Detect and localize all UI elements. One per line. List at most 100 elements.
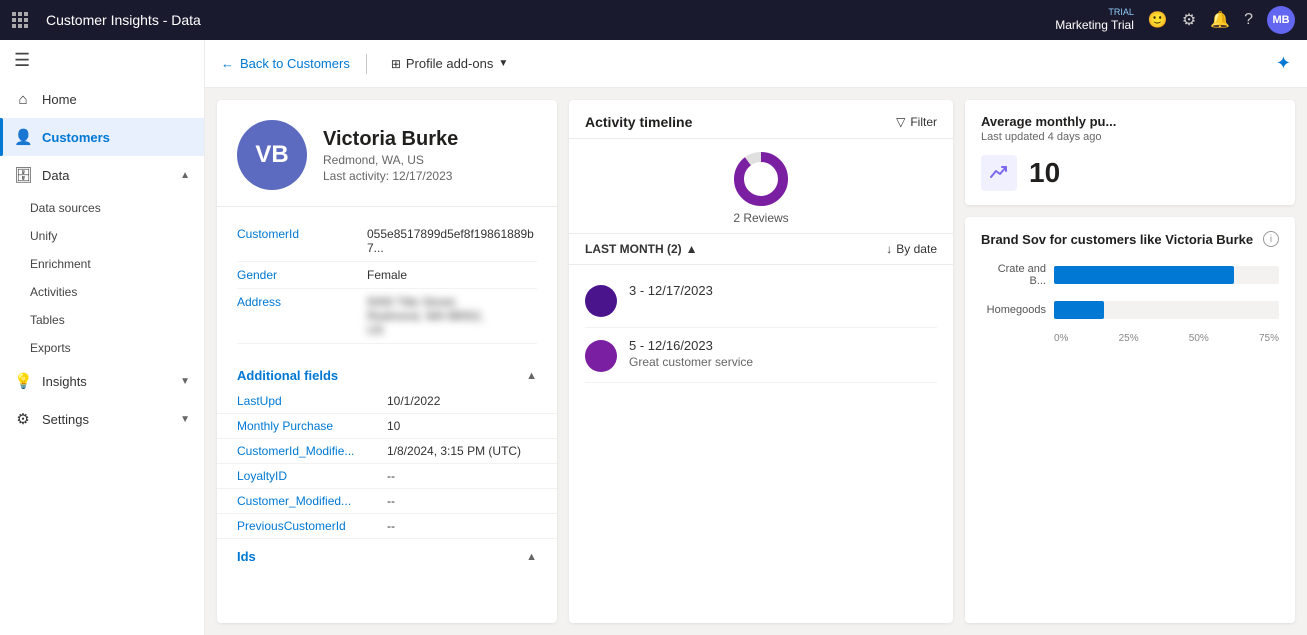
ids-header[interactable]: Ids ▲ (217, 539, 557, 570)
bar-fill-1 (1054, 301, 1104, 319)
home-icon: ⌂ (14, 91, 32, 108)
bar-fill-0 (1054, 266, 1234, 284)
sidebar-item-customers[interactable]: 👤 Customers (0, 118, 204, 156)
profile-addons-icon: ⊞ (391, 57, 401, 71)
field-label-customerid: CustomerId (237, 227, 367, 241)
reviews-label: 2 Reviews (733, 211, 788, 225)
app-title: Customer Insights - Data (46, 12, 1045, 28)
bar-track-1 (1054, 301, 1279, 319)
settings-chevron-icon: ▼ (180, 414, 190, 425)
sidebar-item-label-settings: Settings (42, 412, 89, 427)
profile-addons-button[interactable]: ⊞ Profile add-ons ▼ (383, 52, 516, 75)
back-to-customers-button[interactable]: ← Back to Customers (221, 56, 350, 71)
reviews-donut-chart (733, 151, 789, 207)
additional-field-customer-modified: Customer_Modified... -- (217, 489, 557, 514)
sidebar-item-label-data: Data (42, 168, 69, 183)
brand-bar-chart: Crate and B... Homegoods 0 (981, 263, 1279, 344)
additional-field-monthly-purchase: Monthly Purchase 10 (217, 414, 557, 439)
add-field-label-loyaltyid: LoyaltyID (237, 469, 387, 483)
add-field-value-customer-modified: -- (387, 494, 537, 508)
sort-by-date-button[interactable]: ↓ By date (886, 242, 937, 256)
brand-info-icon[interactable]: i (1263, 231, 1279, 247)
trial-name: Marketing Trial (1055, 18, 1134, 32)
settings-icon[interactable]: ⚙ (1182, 10, 1196, 30)
bar-row-1: Homegoods (981, 301, 1279, 319)
sidebar-sublabel-data-sources: Data sources (30, 201, 101, 215)
metric-trend-icon (981, 155, 1017, 191)
sidebar-item-unify[interactable]: Unify (0, 222, 204, 250)
axis-label-25: 25% (1119, 333, 1139, 344)
axis-label-0: 0% (1054, 333, 1068, 344)
sidebar-item-label-insights: Insights (42, 374, 87, 389)
profile-addons-label: Profile add-ons (406, 56, 493, 71)
smiley-icon[interactable]: 🙂 (1148, 10, 1168, 30)
month-filter-bar: LAST MONTH (2) ▲ ↓ By date (569, 234, 953, 265)
layout: ☰ ⌂ Home 👤 Customers 🗄 Data ▲ Data sourc… (0, 40, 1307, 635)
additional-field-lastupd: LastUpd 10/1/2022 (217, 389, 557, 414)
bar-track-0 (1054, 266, 1279, 284)
back-arrow-icon: ← (221, 56, 234, 71)
sidebar-item-insights[interactable]: 💡 Insights ▼ (0, 362, 204, 400)
additional-fields-header[interactable]: Additional fields ▲ (217, 358, 557, 389)
help-icon[interactable]: ? (1244, 11, 1253, 29)
sidebar-item-settings[interactable]: ⚙ Settings ▼ (0, 400, 204, 438)
hamburger-menu[interactable]: ☰ (0, 40, 204, 81)
sidebar-sublabel-activities: Activities (30, 285, 77, 299)
activity-content-1: 5 - 12/16/2023 Great customer service (629, 338, 753, 369)
main-content: ← Back to Customers ⊞ Profile add-ons ▼ … (205, 40, 1307, 635)
sidebar-sublabel-tables: Tables (30, 313, 65, 327)
add-field-label-lastupd: LastUpd (237, 394, 387, 408)
sidebar-item-home[interactable]: ⌂ Home (0, 81, 204, 118)
bar-chart-axis: 0% 25% 50% 75% (981, 333, 1279, 344)
activity-item-0: 3 - 12/17/2023 (585, 273, 937, 328)
brand-title: Brand Sov for customers like Victoria Bu… (981, 232, 1253, 247)
filter-icon: ▽ (896, 115, 905, 129)
back-label: Back to Customers (240, 56, 350, 71)
trial-info: Trial Marketing Trial (1055, 7, 1134, 32)
last-activity: Last activity: 12/17/2023 (323, 169, 458, 183)
activity-timeline-title: Activity timeline (585, 114, 692, 130)
customer-location: Redmond, WA, US (323, 153, 458, 167)
sort-icon: ↓ (886, 242, 892, 256)
field-value-gender: Female (367, 268, 537, 282)
filter-button[interactable]: ▽ Filter (896, 115, 937, 129)
additional-fields-title: Additional fields (237, 368, 338, 383)
sidebar-item-data[interactable]: 🗄 Data ▲ (0, 156, 204, 194)
customers-icon: 👤 (14, 128, 32, 146)
metric-value: 10 (1029, 157, 1060, 189)
activity-item-1: 5 - 12/16/2023 Great customer service (585, 328, 937, 383)
sidebar: ☰ ⌂ Home 👤 Customers 🗄 Data ▲ Data sourc… (0, 40, 205, 635)
sidebar-sublabel-enrichment: Enrichment (30, 257, 91, 271)
bar-label-0: Crate and B... (981, 263, 1046, 287)
customer-avatar: VB (237, 120, 307, 190)
customer-name: Victoria Burke (323, 128, 458, 151)
bar-label-1: Homegoods (981, 304, 1046, 316)
brand-header: Brand Sov for customers like Victoria Bu… (981, 231, 1279, 247)
axis-label-50: 50% (1189, 333, 1209, 344)
field-label-address: Address (237, 295, 367, 309)
sidebar-item-enrichment[interactable]: Enrichment (0, 250, 204, 278)
add-field-value-customerid-modified: 1/8/2024, 3:15 PM (UTC) (387, 444, 537, 458)
activity-reviews: 2 Reviews (569, 139, 953, 234)
activity-timeline-panel: Activity timeline ▽ Filter 2 Reviews (569, 100, 953, 623)
field-row-gender: Gender Female (237, 262, 537, 289)
user-avatar[interactable]: MB (1267, 6, 1295, 34)
sidebar-item-label-home: Home (42, 92, 77, 107)
axis-label-75: 75% (1259, 333, 1279, 344)
right-panel: Average monthly pu... Last updated 4 day… (965, 100, 1295, 623)
bell-icon[interactable]: 🔔 (1210, 10, 1230, 30)
trial-label: Trial (1108, 7, 1134, 18)
sidebar-item-label-customers: Customers (42, 130, 110, 145)
add-field-label-customer-modified: Customer_Modified... (237, 494, 387, 508)
header-divider (366, 54, 367, 74)
sidebar-item-data-sources[interactable]: Data sources (0, 194, 204, 222)
settings-nav-icon: ⚙ (14, 410, 32, 428)
sidebar-item-exports[interactable]: Exports (0, 334, 204, 362)
app-grid-icon[interactable] (12, 12, 28, 28)
sidebar-item-tables[interactable]: Tables (0, 306, 204, 334)
month-filter-text: LAST MONTH (2) (585, 242, 682, 256)
month-filter-label[interactable]: LAST MONTH (2) ▲ (585, 242, 698, 256)
add-field-value-monthly-purchase: 10 (387, 419, 537, 433)
activity-date-0: 3 - 12/17/2023 (629, 283, 713, 298)
sidebar-item-activities[interactable]: Activities (0, 278, 204, 306)
